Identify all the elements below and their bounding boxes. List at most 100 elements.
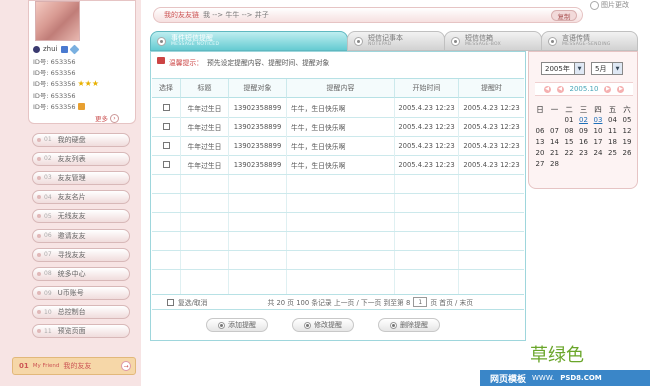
cell-start: 2005.4.23 12:23 bbox=[395, 98, 459, 117]
sidebar-item-friend-list[interactable]: 02 友友列表 bbox=[28, 149, 136, 168]
calendar-day[interactable]: 16 bbox=[577, 138, 591, 146]
select-all[interactable]: 复选/取消 bbox=[167, 297, 207, 307]
diamond-icon bbox=[69, 44, 79, 54]
edit-reminder-button[interactable]: 修改提醒 bbox=[292, 318, 354, 332]
calendar-day[interactable]: 22 bbox=[562, 149, 576, 157]
cell-content: 牛牛，生日快乐啊 bbox=[287, 136, 395, 155]
prev-year-icon[interactable]: ◀ bbox=[543, 85, 551, 93]
cell-target: 13902358899 bbox=[229, 117, 287, 136]
year-select[interactable]: 2005年 ▼ bbox=[541, 62, 585, 75]
calendar-day[interactable]: 20 bbox=[533, 149, 547, 157]
tab-event-reminder[interactable]: 事件短信提醒 MESSAGE NOTICED bbox=[150, 31, 348, 51]
calendar-day[interactable]: 26 bbox=[620, 149, 634, 157]
sidebar-item-console[interactable]: 10 总控制台 bbox=[28, 303, 136, 322]
my-friend-button[interactable]: 01 My Friend 我的友友 → bbox=[12, 357, 136, 375]
sidebar-item-preview[interactable]: 11 预览页面 bbox=[28, 322, 136, 341]
sidebar-item-my-disk[interactable]: 01 我的硬盘 bbox=[28, 130, 136, 149]
select-all-checkbox[interactable] bbox=[167, 298, 174, 306]
picture-change-toggle[interactable]: 图片更改 bbox=[590, 0, 629, 10]
calendar-day[interactable]: 18 bbox=[606, 138, 620, 146]
calendar-day[interactable]: 14 bbox=[548, 138, 562, 146]
sidebar-item-center[interactable]: 08 统多中心 bbox=[28, 264, 136, 283]
calendar-day[interactable]: 25 bbox=[606, 149, 620, 157]
month-select[interactable]: 5月 ▼ bbox=[591, 62, 623, 75]
calendar-day[interactable]: 12 bbox=[620, 127, 634, 135]
tab-notepad[interactable]: 短信记事本 NOTEPAD bbox=[347, 31, 445, 51]
user-icon bbox=[33, 45, 40, 53]
calendar-day[interactable]: 19 bbox=[620, 138, 634, 146]
button-dot-icon bbox=[218, 321, 225, 329]
cell-title: 牛年过生日 bbox=[181, 117, 229, 136]
calendar-day[interactable]: 23 bbox=[577, 149, 591, 157]
row-checkbox[interactable] bbox=[162, 123, 170, 130]
arrow-right-icon: → bbox=[121, 361, 131, 371]
add-reminder-button[interactable]: 添加提醒 bbox=[206, 318, 268, 332]
medal-icon bbox=[77, 102, 85, 110]
id-line-stars: ID号: 653356 ★★★ bbox=[33, 78, 100, 89]
row-checkbox[interactable] bbox=[162, 161, 170, 168]
calendar-day[interactable]: 24 bbox=[591, 149, 605, 157]
calendar-day[interactable]: 13 bbox=[533, 138, 547, 146]
calendar-day[interactable]: 05 bbox=[620, 116, 634, 124]
calendar-day[interactable]: 27 bbox=[533, 160, 547, 168]
tab-message-box[interactable]: 短信信箱 MESSAGE-BOX bbox=[444, 31, 542, 51]
tab-bar: 事件短信提醒 MESSAGE NOTICED 短信记事本 NOTEPAD 短信信箱 M… bbox=[150, 31, 638, 51]
cell-content: 牛牛，生日快乐啊 bbox=[287, 155, 395, 174]
row-checkbox-cell bbox=[152, 155, 181, 174]
row-checkbox[interactable] bbox=[162, 104, 170, 111]
calendar-day[interactable]: 04 bbox=[606, 116, 620, 124]
delete-reminder-button[interactable]: 删除提醒 bbox=[378, 318, 440, 332]
sidebar-item-friend-card[interactable]: 04 友友名片 bbox=[28, 188, 136, 207]
col-header-target: 提醒对象 bbox=[229, 79, 287, 98]
calendar-day[interactable]: 28 bbox=[548, 160, 562, 168]
more-button[interactable]: 更多 › bbox=[95, 113, 119, 123]
arrow-right-icon: › bbox=[110, 113, 119, 123]
col-header-select: 选择 bbox=[152, 79, 181, 98]
tab-dot-icon bbox=[157, 36, 166, 46]
calendar-day[interactable]: 17 bbox=[591, 138, 605, 146]
calendar-day[interactable]: 01 bbox=[562, 116, 576, 124]
calendar-day[interactable]: 03 bbox=[591, 116, 605, 124]
sidebar-item-friend-manage[interactable]: 03 友友管理 bbox=[28, 168, 136, 187]
site-watermark: 网页模板 WWW. PSD8.COM bbox=[480, 370, 650, 386]
cell-remind: 2005.4.23 12:23 bbox=[463, 122, 520, 131]
calendar-day[interactable]: 06 bbox=[533, 127, 547, 135]
calendar-day[interactable]: 10 bbox=[591, 127, 605, 135]
breadcrumb-path[interactable]: 我 --> 牛牛 --> 井子 bbox=[203, 10, 269, 20]
calendar-day[interactable]: 21 bbox=[548, 149, 562, 157]
reminder-panel: 温馨提示： 预先设定提醒内容、提醒时间、提醒对象 选择 标题 提醒对象 提醒内容… bbox=[150, 51, 526, 341]
next-month-icon[interactable]: ▶ bbox=[604, 85, 612, 93]
prev-month-icon[interactable]: ◀ bbox=[556, 85, 564, 93]
copy-button[interactable]: 复制 bbox=[551, 10, 577, 21]
calendar-day[interactable]: 15 bbox=[562, 138, 576, 146]
action-bar: 添加提醒 修改提醒 删除提醒 bbox=[151, 314, 527, 336]
page-select[interactable]: 1 bbox=[413, 297, 428, 307]
avatar[interactable] bbox=[35, 1, 80, 41]
sidebar-item-find[interactable]: 07 寻找友友 bbox=[28, 245, 136, 264]
cell-target: 13902358899 bbox=[229, 155, 287, 174]
sidebar-item-invite[interactable]: 06 邀请友友 bbox=[28, 226, 136, 245]
cell-target: 13902358899 bbox=[229, 136, 287, 155]
cell-remind: 2005.4.23 12:23 bbox=[463, 160, 520, 169]
calendar-nav: ◀ ◀ 2005.10 ▶ ▶ bbox=[535, 82, 633, 96]
chevron-down-icon: ▼ bbox=[612, 63, 622, 74]
calendar-day[interactable]: 07 bbox=[548, 127, 562, 135]
cell-start: 2005.4.23 12:23 bbox=[395, 117, 459, 136]
cell-start: 2005.4.23 12:23 bbox=[395, 155, 459, 174]
sidebar-item-wireless[interactable]: 05 无线友友 bbox=[28, 207, 136, 226]
phone-icon bbox=[60, 45, 68, 53]
id-line: ID号: 653356 bbox=[33, 58, 76, 66]
calendar-day[interactable]: 09 bbox=[577, 127, 591, 135]
tab-message-sending[interactable]: 言语传情 MESSAGE-SENDING bbox=[541, 31, 638, 51]
calendar-day[interactable]: 02 bbox=[577, 116, 591, 124]
calendar-day[interactable]: 08 bbox=[562, 127, 576, 135]
breadcrumb: 我的友友链 我 --> 牛牛 --> 井子 bbox=[153, 7, 583, 23]
tab-dot-icon bbox=[451, 36, 460, 46]
sidebar-item-ucoin[interactable]: 09 U币账号 bbox=[28, 284, 136, 303]
button-dot-icon bbox=[304, 321, 311, 329]
cell-title: 牛年过生日 bbox=[181, 136, 229, 155]
breadcrumb-label: 我的友友链 bbox=[164, 11, 199, 19]
row-checkbox[interactable] bbox=[162, 142, 170, 149]
next-year-icon[interactable]: ▶ bbox=[617, 85, 625, 93]
calendar-day[interactable]: 11 bbox=[606, 127, 620, 135]
